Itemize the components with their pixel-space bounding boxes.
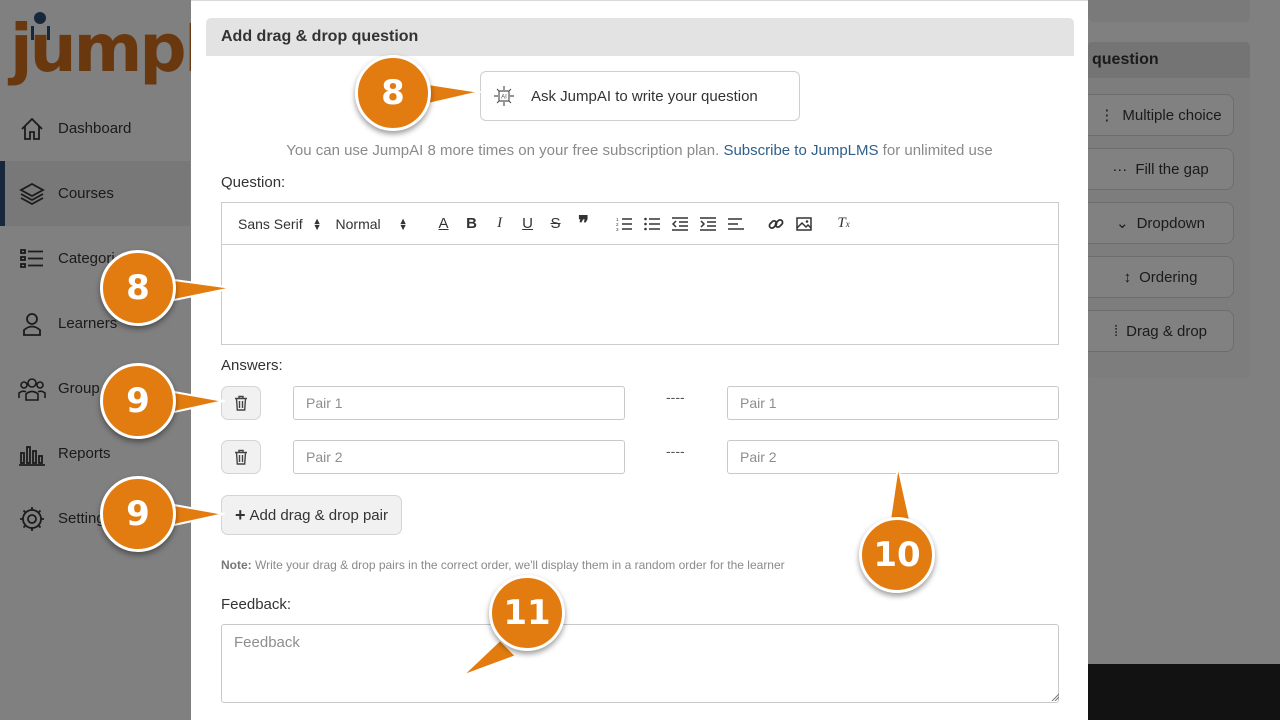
clear-format-icon[interactable]: Tx	[830, 210, 858, 238]
delete-pair-button[interactable]	[221, 386, 261, 420]
italic-icon[interactable]: I	[486, 210, 514, 238]
plus-icon: +	[235, 504, 246, 525]
ai-sparkle-icon: AI	[494, 86, 514, 106]
font-select[interactable]: Sans Serif ▲ ▼	[238, 216, 322, 232]
ai-usage-note: You can use JumpAI 8 more times on your …	[286, 142, 993, 159]
delete-pair-button[interactable]	[221, 440, 261, 474]
feedback-label: Feedback:	[221, 596, 292, 613]
callout-badge: 8	[355, 55, 431, 131]
strikethrough-icon[interactable]: S	[542, 210, 570, 238]
text-color-icon[interactable]: A	[430, 210, 458, 238]
underline-icon[interactable]: U	[514, 210, 542, 238]
size-select[interactable]: Normal ▲ ▼	[336, 216, 408, 232]
pair-separator: ----	[666, 389, 685, 405]
pair-separator: ----	[666, 443, 685, 459]
indent-icon[interactable]	[694, 210, 722, 238]
subscribe-link[interactable]: Subscribe to JumpLMS	[723, 142, 878, 159]
question-editor: Sans Serif ▲ ▼ Normal ▲ ▼ A B I U S ❞ 123 Tx	[221, 202, 1059, 345]
feedback-textarea[interactable]	[221, 624, 1059, 703]
link-icon[interactable]	[762, 210, 790, 238]
callout-badge: 10	[859, 517, 935, 593]
blockquote-icon[interactable]: ❞	[570, 210, 598, 238]
select-arrows-icon: ▲ ▼	[312, 215, 322, 232]
resize-grip-icon[interactable]	[1051, 693, 1059, 701]
add-pair-button[interactable]: + Add drag & drop pair	[221, 495, 402, 535]
align-icon[interactable]	[722, 210, 750, 238]
trash-icon	[235, 449, 247, 465]
pair-left-input[interactable]	[293, 440, 625, 474]
editor-toolbar: Sans Serif ▲ ▼ Normal ▲ ▼ A B I U S ❞ 123 Tx	[222, 203, 1058, 245]
callout-badge: 11	[489, 575, 565, 651]
add-question-modal: Add drag & drop question AI Ask JumpAI t…	[191, 0, 1088, 720]
add-pair-label: Add drag & drop pair	[249, 506, 388, 524]
modal-title: Add drag & drop question	[206, 18, 1074, 56]
outdent-icon[interactable]	[666, 210, 694, 238]
pairs-note: Note: Write your drag & drop pairs in th…	[221, 558, 785, 572]
svg-text:AI: AI	[501, 95, 507, 101]
svg-text:3: 3	[616, 227, 619, 231]
ask-jumpai-label: Ask JumpAI to write your question	[531, 87, 758, 105]
pair-left-input[interactable]	[293, 386, 625, 420]
callout-badge: 9	[100, 363, 176, 439]
image-icon[interactable]	[790, 210, 818, 238]
ask-jumpai-button[interactable]: AI Ask JumpAI to write your question	[480, 71, 800, 121]
ordered-list-icon[interactable]: 123	[610, 210, 638, 238]
bold-icon[interactable]: B	[458, 210, 486, 238]
question-label: Question:	[221, 174, 286, 191]
callout-badge: 9	[100, 476, 176, 552]
select-arrows-icon: ▲ ▼	[398, 215, 408, 232]
bullet-list-icon[interactable]	[638, 210, 666, 238]
callout-badge: 8	[100, 250, 176, 326]
pair-right-input[interactable]	[727, 386, 1059, 420]
answers-label: Answers:	[221, 357, 283, 374]
trash-icon	[235, 395, 247, 411]
pair-right-input[interactable]	[727, 440, 1059, 474]
